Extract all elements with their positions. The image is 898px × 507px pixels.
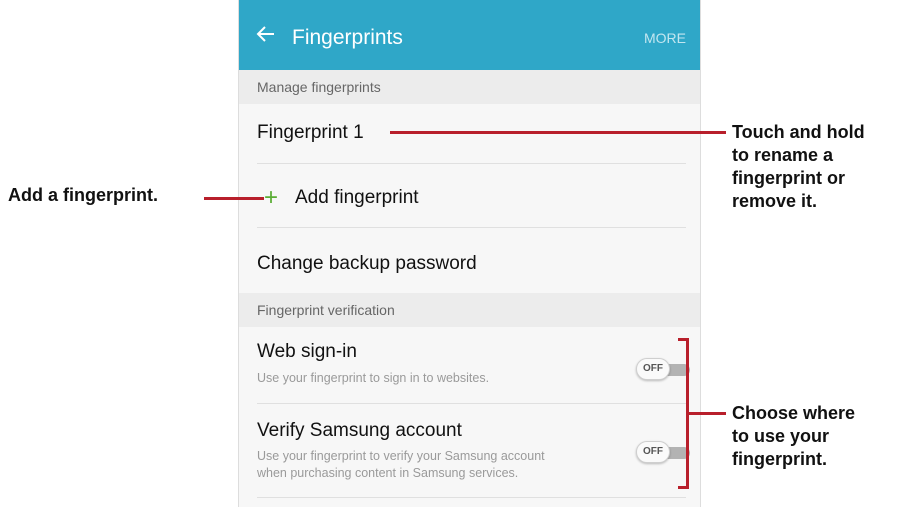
phone-screen: Fingerprints MORE Manage fingerprints Fi… (238, 0, 701, 507)
web-signin-item[interactable]: Web sign-in Use your fingerprint to sign… (239, 327, 700, 404)
divider (257, 163, 686, 164)
plus-icon: + (264, 184, 279, 211)
page-title: Fingerprints (292, 26, 403, 49)
toggle-state: OFF (643, 446, 663, 457)
toggle-knob: OFF (636, 358, 670, 380)
web-signin-subtitle: Use your fingerprint to sign in to websi… (257, 371, 490, 385)
callout-add-fingerprint: Add a fingerprint. (8, 185, 158, 205)
callout-line: fingerprint. (732, 449, 827, 469)
app-bar: Fingerprints MORE (239, 0, 700, 80)
callout-choose: Choose where to use your fingerprint. (732, 402, 855, 471)
toggle-state: OFF (643, 363, 663, 374)
section-header-manage: Manage fingerprints (239, 70, 700, 104)
change-backup-password-label: Change backup password (257, 253, 477, 274)
fingerprint-1-item[interactable]: Fingerprint 1 (239, 104, 700, 164)
callout-line-touch-hold (390, 131, 726, 134)
verify-samsung-item[interactable]: Verify Samsung account Use your fingerpr… (239, 405, 700, 507)
callout-line: Choose where (732, 403, 856, 423)
callout-line: fingerprint or (732, 168, 845, 188)
fingerprint-1-label: Fingerprint 1 (257, 122, 364, 143)
callout-line: to use your (732, 426, 830, 446)
section-header-label: Fingerprint verification (257, 302, 395, 318)
add-fingerprint-item[interactable]: + Add fingerprint (239, 165, 700, 228)
callout-line: to rename a (732, 145, 834, 165)
more-button[interactable]: MORE (644, 30, 686, 46)
verify-samsung-title: Verify Samsung account (257, 420, 462, 441)
bracket-bottom (678, 486, 689, 489)
web-signin-toggle[interactable]: OFF (636, 358, 692, 380)
change-backup-password-item[interactable]: Change backup password (239, 229, 700, 293)
verify-samsung-toggle[interactable]: OFF (636, 441, 692, 463)
callout-line: Touch and hold (732, 122, 865, 142)
callout-line-add (204, 197, 264, 200)
verify-samsung-subtitle-line2: when purchasing content in Samsung servi… (257, 466, 519, 480)
section-header-label: Manage fingerprints (257, 79, 381, 95)
callout-touch-hold: Touch and hold to rename a fingerprint o… (732, 121, 865, 213)
add-fingerprint-label: Add fingerprint (295, 187, 419, 208)
section-header-verification: Fingerprint verification (239, 293, 700, 327)
divider (257, 403, 686, 404)
arrow-left-icon[interactable] (255, 23, 277, 45)
web-signin-title: Web sign-in (257, 341, 357, 362)
toggle-knob: OFF (636, 441, 670, 463)
divider (257, 227, 686, 228)
verify-samsung-subtitle-line1: Use your fingerprint to verify your Sams… (257, 449, 545, 463)
callout-line: remove it. (732, 191, 818, 211)
callout-line-choose (689, 412, 726, 415)
divider (257, 497, 686, 498)
